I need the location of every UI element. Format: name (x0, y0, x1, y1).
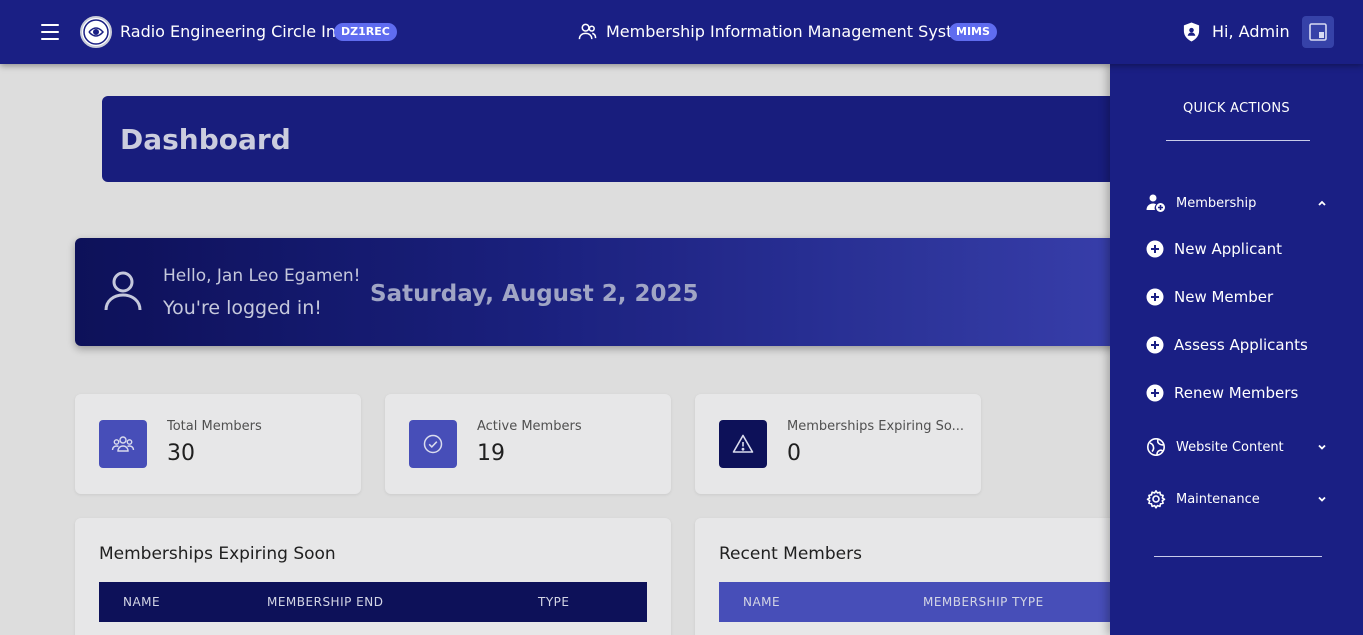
column-header-name[interactable]: NAME (123, 595, 160, 609)
stat-label: Active Members (477, 419, 582, 434)
plus-circle-icon (1146, 240, 1164, 258)
globe-icon (1147, 438, 1165, 456)
page-title: Dashboard (120, 123, 291, 156)
panel-title: Recent Members (719, 544, 862, 564)
stat-icon-box (719, 420, 767, 468)
org-logo (80, 16, 112, 48)
sidebar-title: QUICK ACTIONS (1183, 101, 1290, 116)
chevron-down-icon[interactable] (1316, 493, 1328, 505)
shield-icon (1183, 22, 1200, 42)
expiring-soon-panel: Memberships Expiring Soon NAME MEMBERSHI… (75, 518, 671, 635)
sidebar-item-label: Assess Applicants (1174, 336, 1308, 354)
welcome-hello: Hello, Jan Leo Egamen! (163, 266, 361, 286)
chevron-up-icon[interactable] (1316, 197, 1328, 209)
stat-card-active-members[interactable]: Active Members 19 (385, 394, 671, 494)
user-icon (104, 271, 142, 311)
user-greeting[interactable]: Hi, Admin (1212, 22, 1290, 41)
user-plus-icon (1146, 194, 1165, 212)
stat-label: Total Members (167, 419, 262, 434)
sidebar-item-assess-applicants[interactable]: Assess Applicants (1146, 334, 1308, 356)
stat-value: 19 (477, 441, 505, 466)
users-icon (111, 436, 135, 452)
top-navbar: Radio Engineering Circle Inc. DZ1REC Mem… (0, 0, 1363, 64)
sidebar-item-membership[interactable]: Membership (1146, 192, 1256, 214)
org-name: Radio Engineering Circle Inc. (120, 22, 350, 41)
quick-actions-sidebar: QUICK ACTIONS Membership New Applicant N… (1110, 64, 1363, 635)
stat-value: 30 (167, 441, 195, 466)
menu-icon[interactable] (41, 24, 59, 40)
stat-icon-box (99, 420, 147, 468)
sidebar-item-label: New Member (1174, 288, 1274, 306)
plus-circle-icon (1146, 384, 1164, 402)
current-date: Saturday, August 2, 2025 (370, 281, 699, 307)
sidebar-item-new-member[interactable]: New Member (1146, 286, 1273, 308)
sidebar-item-renew-members[interactable]: Renew Members (1146, 382, 1298, 404)
sidebar-item-label: New Applicant (1174, 240, 1282, 258)
org-callsign-badge: DZ1REC (334, 23, 397, 41)
stat-value: 0 (787, 441, 801, 466)
gear-icon (1146, 490, 1166, 509)
warning-icon (732, 434, 754, 453)
divider (1154, 556, 1322, 557)
column-header-name[interactable]: NAME (743, 595, 780, 609)
sidebar-item-label: Membership (1176, 195, 1257, 211)
stat-label: Memberships Expiring So... (787, 419, 964, 434)
panel-icon (1309, 23, 1327, 41)
column-header-membership-type[interactable]: MEMBERSHIP TYPE (923, 595, 1044, 609)
column-header-membership-end[interactable]: MEMBERSHIP END (267, 595, 383, 609)
sidebar-item-website-content[interactable]: Website Content (1146, 436, 1284, 458)
plus-circle-icon (1146, 288, 1164, 306)
sidebar-item-label: Maintenance (1176, 491, 1260, 507)
column-header-type[interactable]: TYPE (538, 595, 569, 609)
sidebar-item-new-applicant[interactable]: New Applicant (1146, 238, 1282, 260)
welcome-logged-in: You're logged in! (163, 297, 322, 319)
check-circle-icon (423, 434, 443, 454)
table-header: NAME MEMBERSHIP END TYPE (99, 582, 647, 622)
panel-title: Memberships Expiring Soon (99, 544, 336, 564)
sidebar-item-maintenance[interactable]: Maintenance (1146, 488, 1260, 510)
sidebar-toggle-button[interactable] (1302, 16, 1334, 48)
divider (1166, 140, 1310, 141)
sidebar-item-label: Renew Members (1174, 384, 1299, 402)
system-badge: MIMS (949, 23, 997, 41)
sidebar-item-label: Website Content (1176, 439, 1284, 455)
stat-icon-box (409, 420, 457, 468)
stat-card-expiring-soon[interactable]: Memberships Expiring So... 0 (695, 394, 981, 494)
system-title: Membership Information Management System (606, 22, 978, 41)
plus-circle-icon (1146, 336, 1164, 354)
stat-card-total-members[interactable]: Total Members 30 (75, 394, 361, 494)
welcome-banner: Hello, Jan Leo Egamen! You're logged in!… (75, 238, 1135, 346)
users-icon (578, 23, 597, 40)
chevron-down-icon[interactable] (1316, 441, 1328, 453)
page-header: Dashboard (102, 96, 1142, 182)
